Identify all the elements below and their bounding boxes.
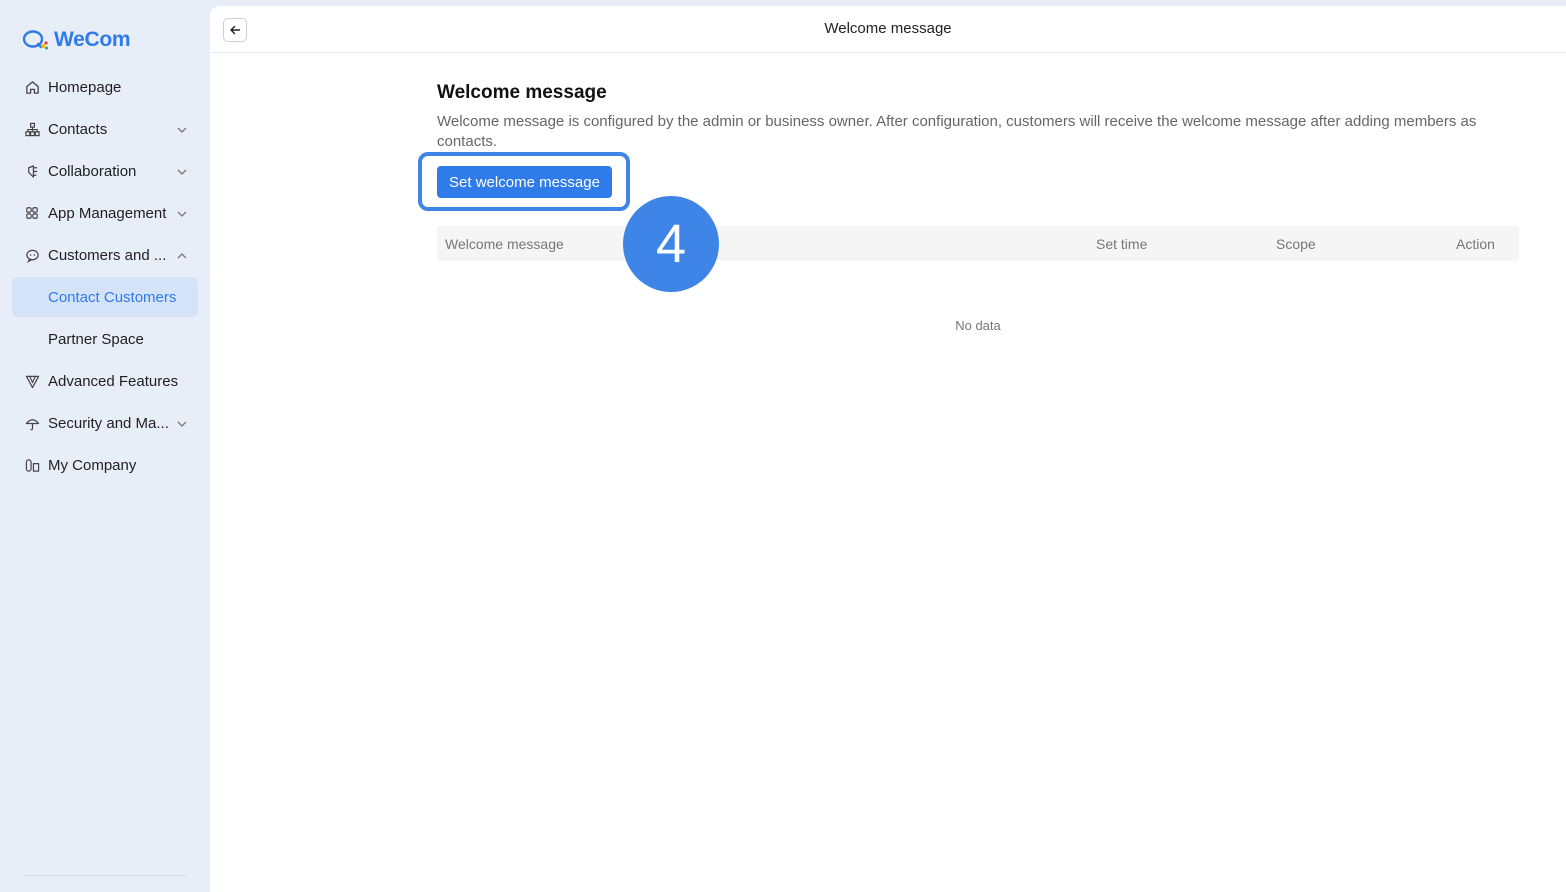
column-header-scope: Scope (1276, 236, 1316, 252)
advanced-features-icon (24, 373, 40, 389)
sidebar-item-partner-space[interactable]: Partner Space (12, 319, 198, 359)
sidebar-item-label: Partner Space (48, 330, 144, 348)
sidebar-item-contacts[interactable]: Contacts (12, 109, 198, 149)
sidebar-item-collaboration[interactable]: Collaboration (12, 151, 198, 191)
org-chart-icon (24, 121, 40, 137)
chevron-down-icon (176, 417, 188, 434)
sidebar-item-advanced-features[interactable]: Advanced Features (12, 361, 198, 401)
sidebar-item-label: Advanced Features (48, 372, 179, 390)
sidebar-item-my-company[interactable]: My Company (12, 445, 198, 485)
step-number-badge: 4 (623, 196, 719, 292)
sidebar: WeCom Homepage Contacts Collaboration Ap… (0, 0, 210, 892)
chevron-up-icon (176, 249, 188, 266)
empty-state-text: No data (955, 318, 1001, 333)
wecom-logo[interactable]: WeCom (22, 28, 131, 52)
topbar-title: Welcome message (824, 20, 952, 37)
sidebar-item-label: Contacts (48, 120, 108, 138)
column-header-action: Action (1456, 236, 1495, 252)
umbrella-icon (24, 415, 40, 431)
sidebar-item-customers[interactable]: Customers and ... (12, 235, 198, 275)
chevron-down-icon (176, 123, 188, 140)
sidebar-item-contact-customers[interactable]: Contact Customers (12, 277, 198, 317)
table-header: Welcome message Set time Scope Action (437, 226, 1519, 261)
company-icon (24, 457, 40, 473)
sidebar-item-security[interactable]: Security and Ma... (12, 403, 198, 443)
sidebar-item-label: Security and Ma... (48, 414, 169, 432)
set-welcome-message-button[interactable]: Set welcome message (437, 166, 612, 198)
wecom-logo-text: WeCom (54, 28, 131, 51)
content-area: Welcome message Welcome message is confi… (418, 82, 1519, 333)
sidebar-divider (24, 875, 186, 876)
column-header-set-time: Set time (1096, 236, 1148, 252)
chevron-down-icon (176, 207, 188, 224)
main-panel: Welcome message Welcome message Welcome … (210, 6, 1566, 892)
column-header-welcome-message: Welcome message (445, 236, 564, 252)
topbar: Welcome message (210, 6, 1566, 53)
page-description: Welcome message is configured by the adm… (437, 113, 1477, 150)
wecom-logo-icon (22, 30, 48, 50)
page-title: Welcome message (437, 82, 607, 103)
sidebar-item-app-management[interactable]: App Management (12, 193, 198, 233)
sidebar-item-label: Contact Customers (48, 288, 177, 306)
sidebar-item-label: My Company (48, 456, 137, 474)
sidebar-nav: Homepage Contacts Collaboration App Mana… (12, 67, 198, 487)
sidebar-item-label: Homepage (48, 78, 122, 96)
sidebar-item-label: App Management (48, 204, 167, 222)
home-icon (24, 79, 40, 95)
apps-grid-icon (24, 205, 40, 221)
chat-bubble-icon (24, 247, 40, 263)
collaboration-icon (24, 163, 40, 179)
chevron-down-icon (176, 165, 188, 182)
sidebar-item-label: Customers and ... (48, 246, 167, 264)
sidebar-item-label: Collaboration (48, 162, 137, 180)
sidebar-item-homepage[interactable]: Homepage (12, 67, 198, 107)
